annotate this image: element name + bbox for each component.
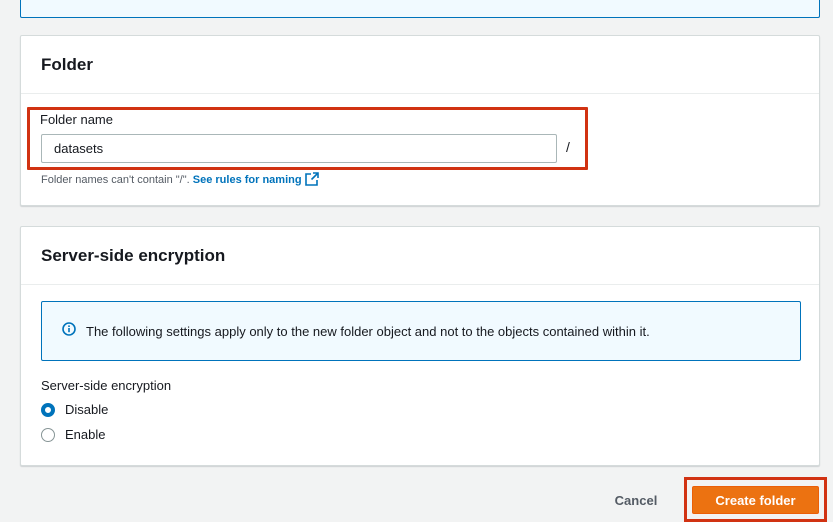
encryption-panel-header: Server-side encryption — [21, 227, 819, 285]
folder-name-suffix: / — [566, 139, 570, 155]
info-icon — [62, 321, 76, 341]
folder-panel-title: Folder — [41, 54, 93, 74]
folder-name-input[interactable] — [41, 134, 557, 163]
folder-panel: Folder Folder name / Folder names can't … — [20, 35, 820, 206]
info-alert-remnant — [20, 0, 820, 18]
folder-name-hint-text: Folder names can't contain "/". — [41, 174, 193, 186]
encryption-info-text: The following settings apply only to the… — [86, 323, 650, 339]
radio-option-disable[interactable]: Disable — [41, 402, 108, 417]
create-folder-page: Folder Folder name / Folder names can't … — [0, 0, 833, 522]
encryption-panel: Server-side encryption The following set… — [20, 226, 820, 466]
radio-disable[interactable] — [41, 402, 55, 417]
radio-enable[interactable] — [41, 427, 55, 442]
radio-option-enable[interactable]: Enable — [41, 427, 105, 442]
radio-enable-label: Enable — [65, 427, 106, 442]
encryption-panel-title: Server-side encryption — [41, 245, 226, 265]
create-folder-highlight: Create folder — [684, 477, 827, 522]
folder-panel-header: Folder — [21, 36, 819, 94]
naming-rules-link[interactable]: See rules for naming — [192, 172, 319, 189]
encryption-radio-group-label: Server-side encryption — [41, 378, 172, 393]
folder-name-label: Folder name — [40, 112, 113, 127]
create-folder-button[interactable]: Create folder — [692, 486, 819, 514]
cancel-button[interactable]: Cancel — [598, 486, 674, 514]
naming-rules-link-label: See rules for naming — [192, 174, 302, 186]
radio-disable-label: Disable — [65, 402, 109, 417]
external-link-icon — [304, 172, 319, 189]
folder-name-hint: Folder names can't contain "/". See rule… — [41, 172, 319, 189]
encryption-info-alert: The following settings apply only to the… — [41, 301, 801, 361]
